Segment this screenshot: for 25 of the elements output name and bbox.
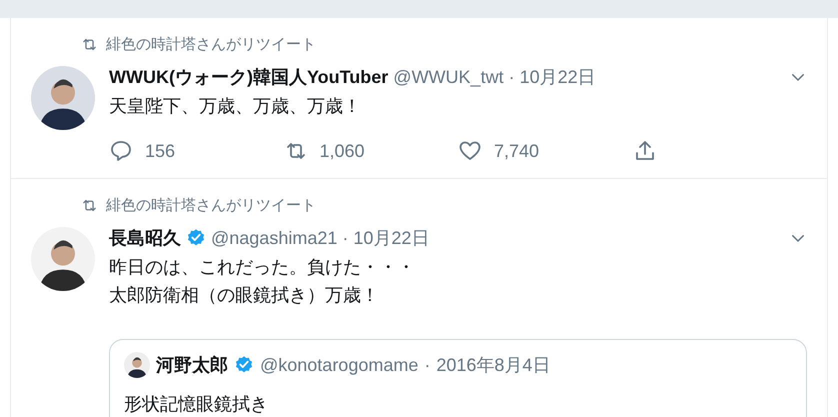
user-handle[interactable]: @konotarogomame: [260, 354, 418, 376]
user-name[interactable]: WWUK(ウォーク)韓国人YouTuber: [109, 65, 388, 89]
user-name[interactable]: 長島昭久: [109, 226, 181, 250]
retweet-label: 緋色の時計塔さんがリツイート: [106, 196, 316, 214]
tweet-date[interactable]: 2016年8月4日: [436, 353, 550, 377]
heart-icon[interactable]: [458, 139, 482, 163]
tweet-text: 太郎防衛相（の眼鏡拭き）万歳！: [109, 284, 380, 307]
separator-dot: ·: [508, 66, 515, 88]
avatar[interactable]: [124, 352, 150, 378]
tweet-text: 天皇陛下、万歳、万歳、万歳！: [109, 95, 362, 118]
reply-icon[interactable]: [109, 139, 133, 163]
retweet-label: 緋色の時計塔さんがリツイート: [106, 34, 316, 54]
action-count: 7,740: [494, 140, 540, 162]
action-count: 1,060: [320, 140, 365, 162]
tweet-text: 昨日のは、これだった。負けた・・・: [109, 256, 416, 279]
tweet-date[interactable]: 10月22日: [520, 65, 596, 89]
user-handle[interactable]: @nagashima21: [211, 228, 338, 248]
quoted-tweet[interactable]: 河野太郎 @konotarogomame · 2016年8月4日 形状記憶眼鏡拭き: [109, 339, 807, 417]
action-count: 156: [145, 140, 176, 162]
tweet-date[interactable]: 10月22日: [353, 226, 430, 250]
separator-dot: ·: [342, 228, 348, 248]
user-name[interactable]: 河野太郎: [156, 353, 228, 377]
separator-dot: ·: [424, 354, 430, 376]
quoted-text: 形状記憶眼鏡拭き: [124, 393, 269, 416]
user-handle[interactable]: @WWUK_twt: [393, 66, 504, 88]
